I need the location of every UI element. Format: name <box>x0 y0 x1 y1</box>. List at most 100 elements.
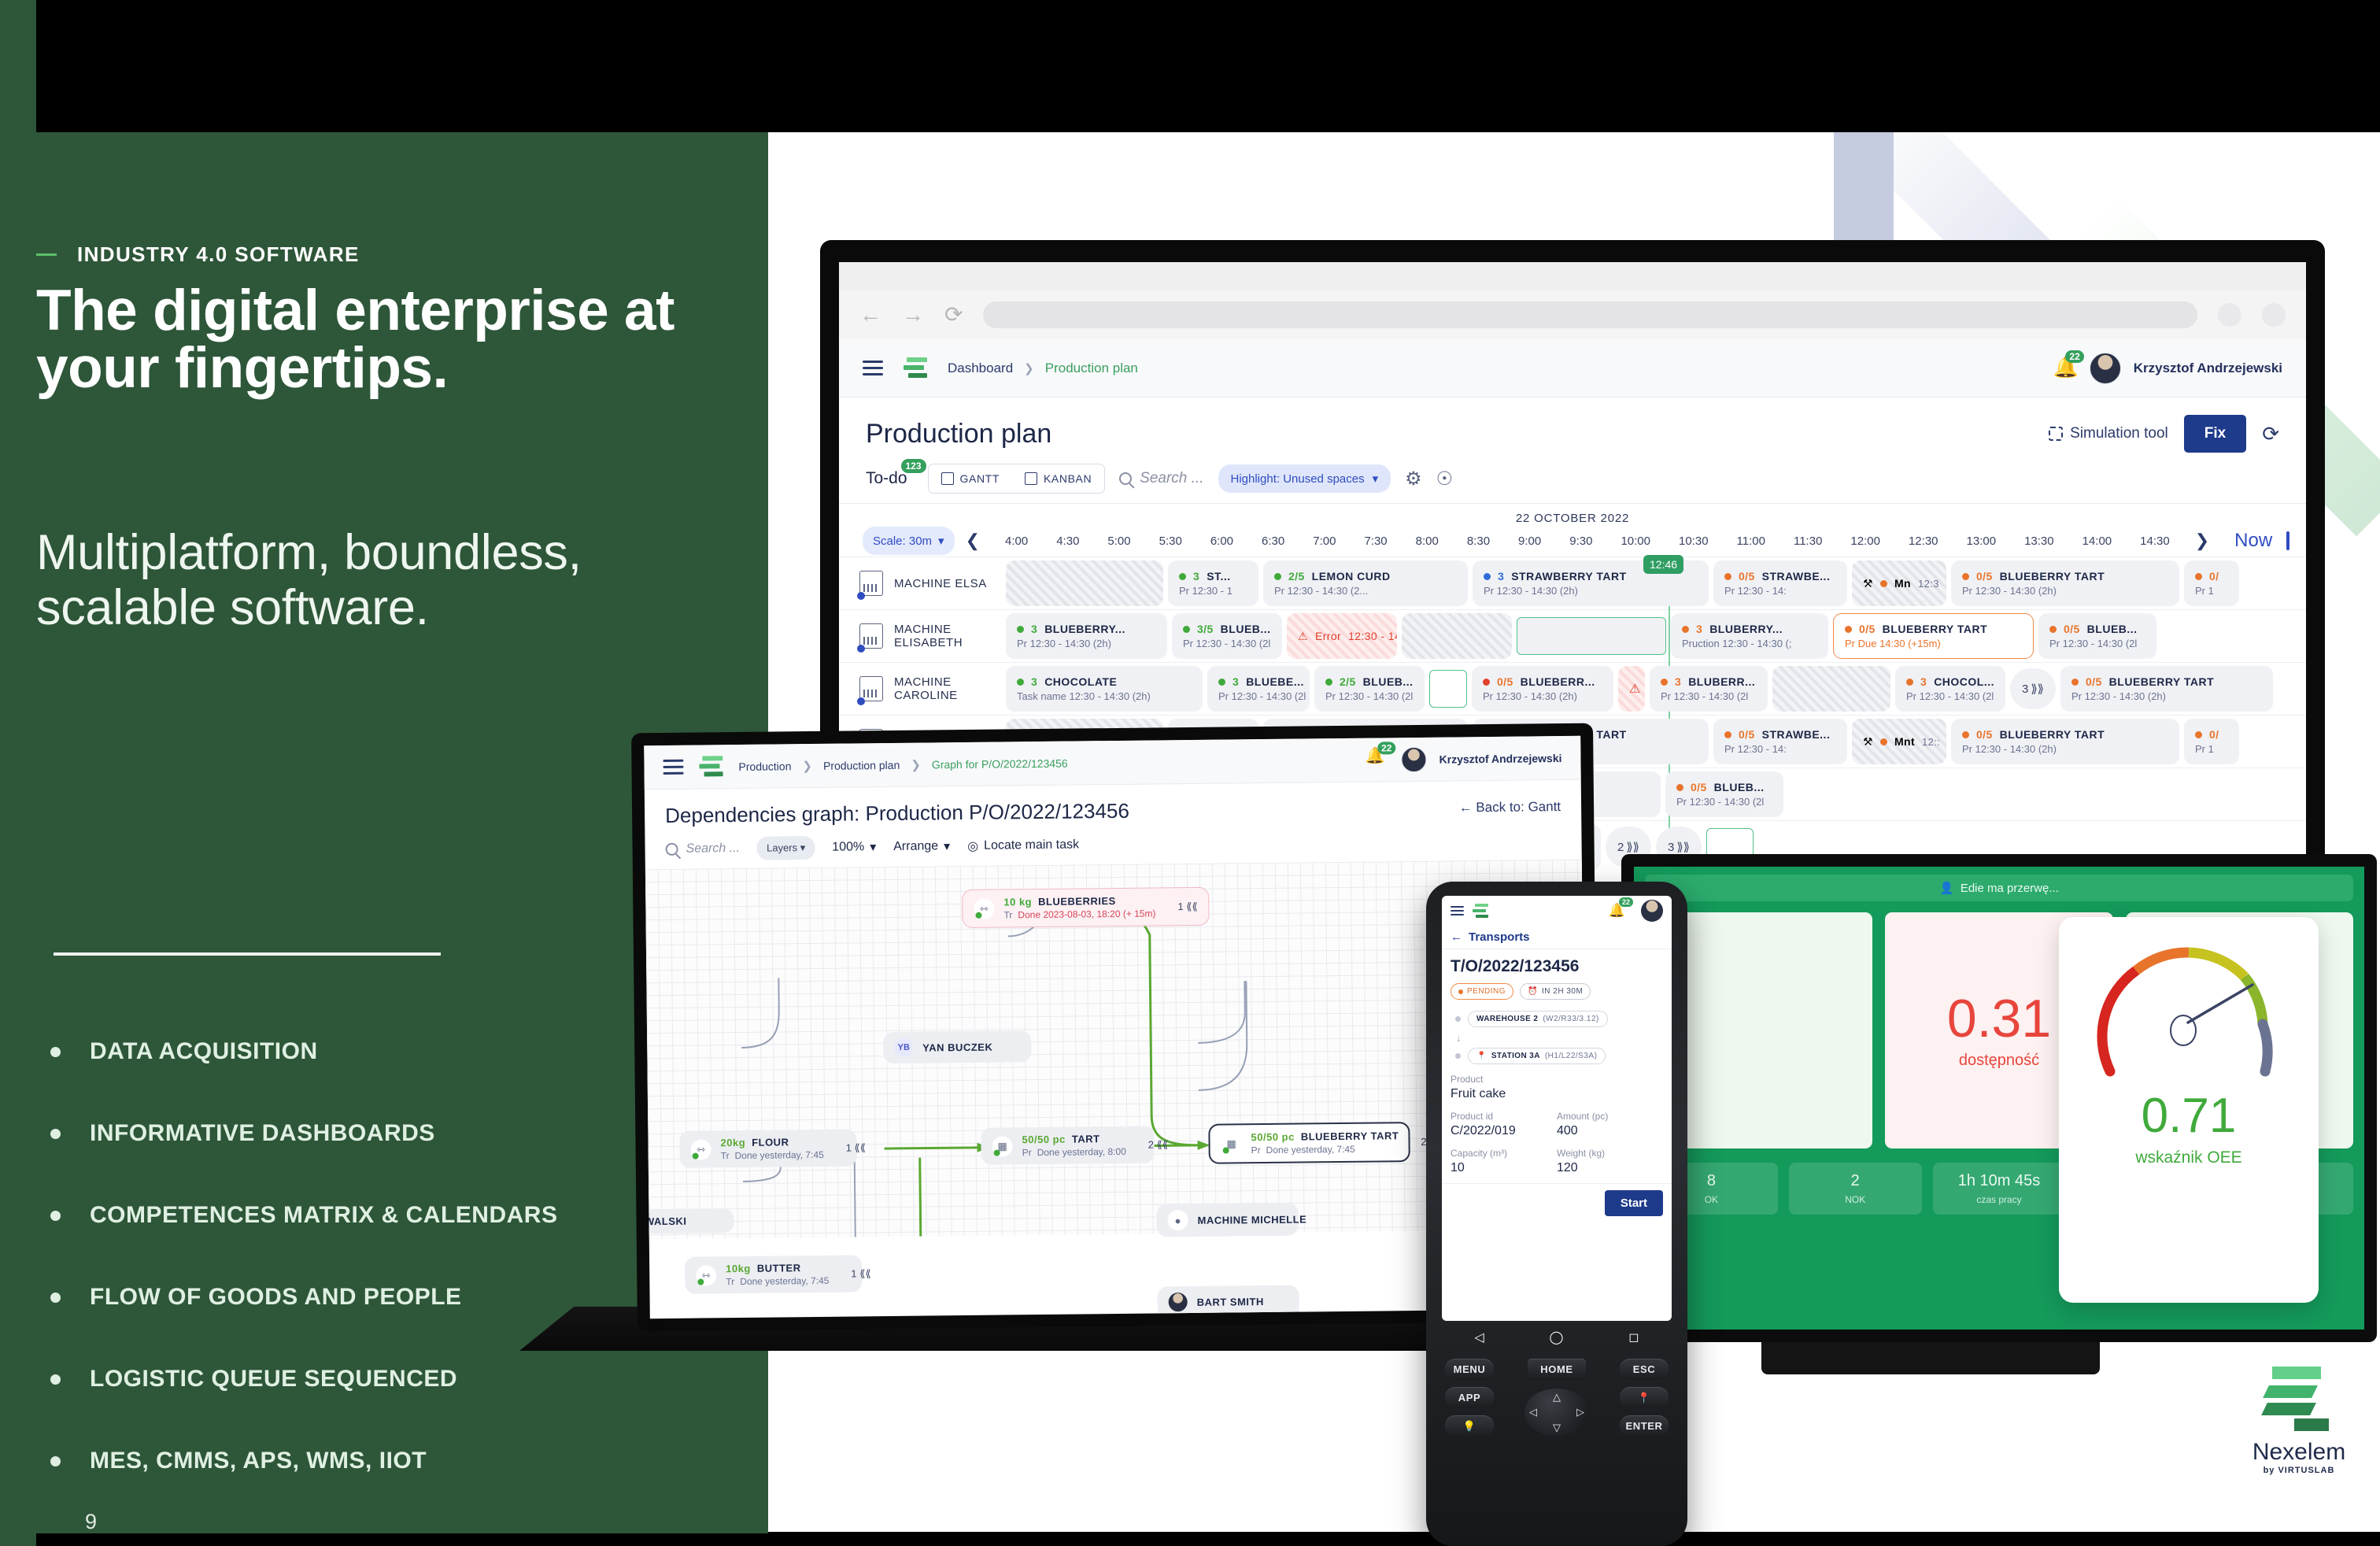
gantt-task[interactable]: 3 ST... Pr 12:30 - 1 <box>1168 560 1258 606</box>
address-bar[interactable] <box>983 301 2197 328</box>
key-home[interactable]: HOME <box>1528 1359 1586 1380</box>
page-title: Production plan <box>866 418 1052 449</box>
breadcrumb-item-dashboard[interactable]: Dashboard <box>948 361 1013 376</box>
task-line-1: 0/5 BLUEBERRY TART <box>2071 675 2262 688</box>
key-enter[interactable]: ENTER <box>1620 1415 1669 1437</box>
gantt-maintenance-block[interactable]: ⚒ Mnt 12:: <box>1852 719 1946 764</box>
gantt-task[interactable]: 0/5 BLUEBERRY TART Pr 12:30 - 14:30 (2h) <box>1951 560 2179 606</box>
gantt-task[interactable]: 0/Pr 1 <box>2184 719 2239 764</box>
browser-extension-icon[interactable] <box>2218 303 2241 327</box>
node-meta: Done yesterday, 7:45 <box>734 1148 824 1162</box>
notifications-bell[interactable]: 🔔 22 <box>1609 897 1633 919</box>
gantt-maintenance-block[interactable]: ⚒ Mn 12:3 <box>1852 560 1946 606</box>
back-icon[interactable]: ← <box>859 304 881 326</box>
forward-icon[interactable]: → <box>902 304 924 326</box>
search-input[interactable]: Search ... <box>1119 470 1204 487</box>
key-flashlight[interactable]: 💡 <box>1445 1415 1494 1437</box>
tab-gantt[interactable]: GANTT <box>928 464 1012 493</box>
gear-icon[interactable]: ⚙ <box>1405 468 1422 490</box>
timeline-prev-button[interactable]: ❮ <box>955 531 991 551</box>
gantt-task[interactable]: 0/5 BLUEBERRY TART Pr Due 14:30 (+15m) <box>1833 613 2034 659</box>
breadcrumb-item-production-plan[interactable]: Production plan <box>823 758 900 771</box>
back-button[interactable]: ← Transports <box>1442 926 1672 949</box>
gantt-empty-slot[interactable] <box>1429 670 1467 708</box>
locate-main-task-button[interactable]: ◎ Locate main task <box>967 837 1079 853</box>
dpad-right-icon[interactable]: ▷ <box>1576 1406 1584 1418</box>
key-menu[interactable]: MENU <box>1445 1359 1494 1380</box>
simulation-tool-button[interactable]: Simulation tool <box>2049 425 2168 442</box>
gantt-task[interactable]: 2/5 BLUEB... Pr 12:30 - 14:30 (2l <box>1314 666 1425 712</box>
gantt-task[interactable]: 3 CHOCOLATE Task name 12:30 - 14:30 (2h) <box>1006 666 1203 712</box>
back-nav-icon[interactable]: ◁ <box>1474 1330 1484 1345</box>
breadcrumb-item-production-plan[interactable]: Production plan <box>1045 361 1138 376</box>
breadcrumb-item-graph[interactable]: Graph for P/O/2022/123456 <box>932 756 1068 771</box>
zoom-select[interactable]: 100% ▾ <box>832 839 876 856</box>
node-yan-kowalski-1[interactable]: YAN KOWALSKI <box>644 1208 734 1234</box>
dpad-left-icon[interactable]: ◁ <box>1529 1406 1537 1418</box>
todo-button[interactable]: To-do 123 <box>866 459 926 488</box>
help-icon[interactable]: ☉ <box>1436 468 1454 490</box>
gantt-task[interactable]: 0/5 BLUEBERR... Pr 12:30 - 14:30 (2h) <box>1472 666 1613 712</box>
layers-select[interactable]: Layers ▾ <box>756 835 815 860</box>
notifications-bell[interactable]: 🔔 22 <box>2053 350 2084 380</box>
avatar[interactable] <box>1641 900 1663 922</box>
reload-icon[interactable]: ⟳ <box>944 304 963 326</box>
highlight-select[interactable]: Highlight: Unused spaces ▾ <box>1218 464 1391 493</box>
menu-icon[interactable] <box>663 756 684 779</box>
avatar[interactable] <box>2089 352 2121 384</box>
avatar[interactable] <box>1401 746 1427 772</box>
node-blueberries[interactable]: ⇿ 10 kg BLUEBERRIES Tr Done 2023-08-03, … <box>962 886 1210 929</box>
node-blueberry-tart[interactable]: ▦ 50/50 pc BLUEBERRY TART Pr Done yester… <box>1208 1122 1441 1164</box>
gantt-task[interactable]: 3/5 BLUEB... Pr 12:30 - 14:30 (2l <box>1172 613 1282 659</box>
location-icon: ● <box>1167 1210 1188 1231</box>
start-button[interactable]: Start <box>1604 1190 1663 1216</box>
menu-icon[interactable] <box>863 357 883 379</box>
now-button[interactable]: Now <box>2234 530 2272 552</box>
gantt-task[interactable]: 3 BLUBERR... Pr 12:30 - 14:30 (2l <box>1650 666 1768 712</box>
fix-button[interactable]: Fix <box>2183 415 2247 453</box>
gantt-task[interactable]: 3 BLUEBERRY... Pr 12:30 - 14:30 (2h) <box>1006 613 1167 659</box>
gantt-error-marker[interactable]: ⚠ <box>1618 666 1645 712</box>
gantt-empty-slot[interactable] <box>1517 617 1666 655</box>
node-flour[interactable]: ⇿ 20kg FLOUR Tr Done yesterday, 7:45 1 ⟪… <box>679 1129 866 1168</box>
refresh-icon[interactable]: ⟳ <box>2262 422 2279 446</box>
gantt-task[interactable]: 2/5 LEMON CURD Pr 12:30 - 14:30 (2... <box>1263 560 1468 606</box>
node-bart-smith[interactable]: BART SMITH <box>1157 1285 1299 1319</box>
node-yan-buczek[interactable]: YB YAN BUCZEK <box>883 1030 1032 1064</box>
dpad[interactable]: △ ▽ ◁ ▷ <box>1524 1388 1589 1436</box>
dpad-up-icon[interactable]: △ <box>1553 1391 1561 1404</box>
key-esc[interactable]: ESC <box>1620 1359 1669 1380</box>
back-to-gantt-link[interactable]: ← Back to: Gantt <box>1459 799 1561 816</box>
node-butter[interactable]: ⇿ 10kg BUTTER Tr Done yesterday, 7:45 1 … <box>685 1255 871 1294</box>
node-machine-michelle[interactable]: ● MACHINE MICHELLE <box>1156 1202 1306 1237</box>
home-nav-icon[interactable]: ◯ <box>1550 1330 1564 1345</box>
gantt-task[interactable]: 0/5 BLUEBERRY TART Pr 12:30 - 14:30 (2h) <box>1951 719 2179 764</box>
gantt-task[interactable]: 0/Pr 1 <box>2184 560 2239 606</box>
gantt-task[interactable]: 3 BLUBERRY... Pruction 12:30 - 14:30 (; <box>1671 613 1828 659</box>
gantt-task[interactable]: 0/5 BLUEB... Pr 12:30 - 14:30 (2l <box>2038 613 2156 659</box>
tab-kanban[interactable]: KANBAN <box>1012 464 1104 493</box>
scale-select[interactable]: Scale: 30m ▾ <box>863 527 955 555</box>
menu-icon[interactable] <box>1451 904 1464 918</box>
arrange-select[interactable]: Arrange ▾ <box>893 838 950 855</box>
key-scan[interactable]: 📍 <box>1620 1387 1669 1408</box>
node-tart[interactable]: ▦ 50/50 pc TART Pr Done yesterday, 8:00 … <box>981 1126 1168 1165</box>
gantt-count-chip[interactable]: 3 ⟫⟫ <box>2010 668 2056 709</box>
breadcrumb-item-production[interactable]: Production <box>738 760 791 773</box>
gantt-task-error[interactable]: ⚠ Error 12:30 - 14 <box>1287 613 1397 659</box>
gantt-task[interactable]: 0/5 STRAWBE... Pr 12:30 - 14: <box>1713 719 1847 764</box>
browser-profile-icon[interactable] <box>2262 303 2286 327</box>
gantt-task[interactable]: 0/5 BLUEBERRY TART Pr 12:30 - 14:30 (2h) <box>2060 666 2273 712</box>
notifications-bell[interactable]: 🔔 22 <box>1365 741 1396 771</box>
key-app[interactable]: APP <box>1445 1387 1494 1408</box>
gantt-task[interactable]: 3 CHOCOL... Pr 12:30 - 14:30 (2l <box>1895 666 2005 712</box>
gantt-task[interactable]: 0/5 BLUEB... Pr 12:30 - 14:30 (2l <box>1665 771 1783 817</box>
search-input[interactable]: Search ... <box>665 841 741 856</box>
notification-count-badge: 22 <box>2065 350 2084 363</box>
timeline-next-button[interactable]: ❯ <box>2184 531 2220 551</box>
recents-nav-icon[interactable]: ◻ <box>1628 1330 1639 1345</box>
gantt-task[interactable]: 0/5 STRAWBE... Pr 12:30 - 14: <box>1713 560 1847 606</box>
gantt-task[interactable]: 3 BLUEBE... Pr 12:30 - 14:30 (2l <box>1207 666 1310 712</box>
dpad-down-icon[interactable]: ▽ <box>1553 1422 1561 1434</box>
calendar-icon[interactable] <box>2286 531 2290 550</box>
